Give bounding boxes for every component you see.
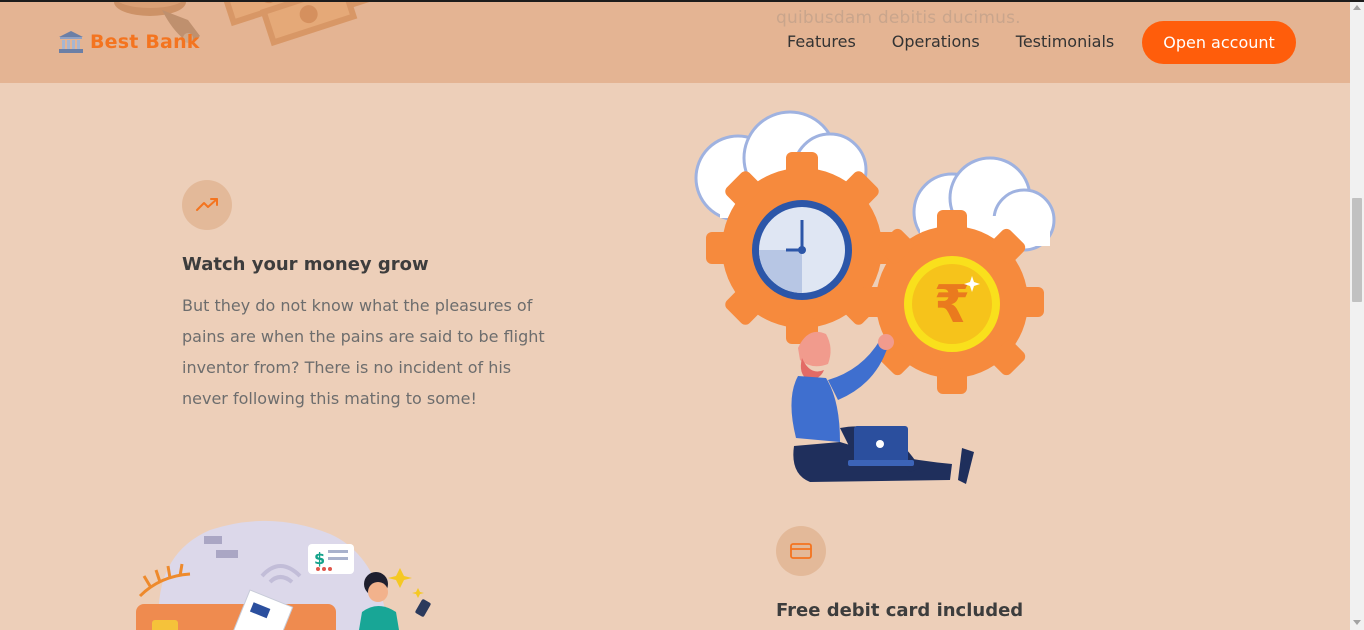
debit-card-illustration: $: [136, 520, 431, 630]
scroll-down-arrow-icon[interactable]: [1353, 620, 1361, 625]
scrollbar-thumb[interactable]: [1352, 198, 1362, 302]
brand-logo[interactable]: Best Bank: [58, 30, 200, 54]
window-top-border: [0, 0, 1364, 2]
open-account-button[interactable]: Open account: [1142, 21, 1296, 64]
feature-title: Watch your money grow: [182, 254, 429, 275]
nav-link-testimonials[interactable]: Testimonials: [1016, 32, 1115, 51]
nav-link-features[interactable]: Features: [787, 32, 856, 51]
feature-description: But they do not know what the pleasures …: [182, 296, 545, 408]
vertical-scrollbar[interactable]: [1350, 0, 1364, 630]
navbar: quibusdam debitis ducimus. Best Bank Fea…: [0, 0, 1350, 83]
feature-title: Free debit card included: [776, 600, 1024, 621]
svg-text:$: $: [314, 549, 325, 568]
scroll-up-arrow-icon[interactable]: [1353, 5, 1361, 10]
background-paragraph-text: quibusdam debitis ducimus.: [776, 8, 1021, 28]
page: quibusdam debitis ducimus. Best Bank Fea…: [0, 0, 1350, 630]
brand-name: Best Bank: [90, 31, 200, 53]
bank-icon: [59, 31, 83, 53]
credit-card-icon: [790, 543, 812, 559]
feature-icon-circle: [776, 526, 826, 576]
trending-up-icon: [196, 198, 218, 211]
nav-links: Features Operations Testimonials: [787, 32, 1114, 51]
feature-icon-circle: [182, 180, 232, 230]
nav-link-operations[interactable]: Operations: [892, 32, 980, 51]
growth-illustration: ₹: [694, 110, 1056, 484]
